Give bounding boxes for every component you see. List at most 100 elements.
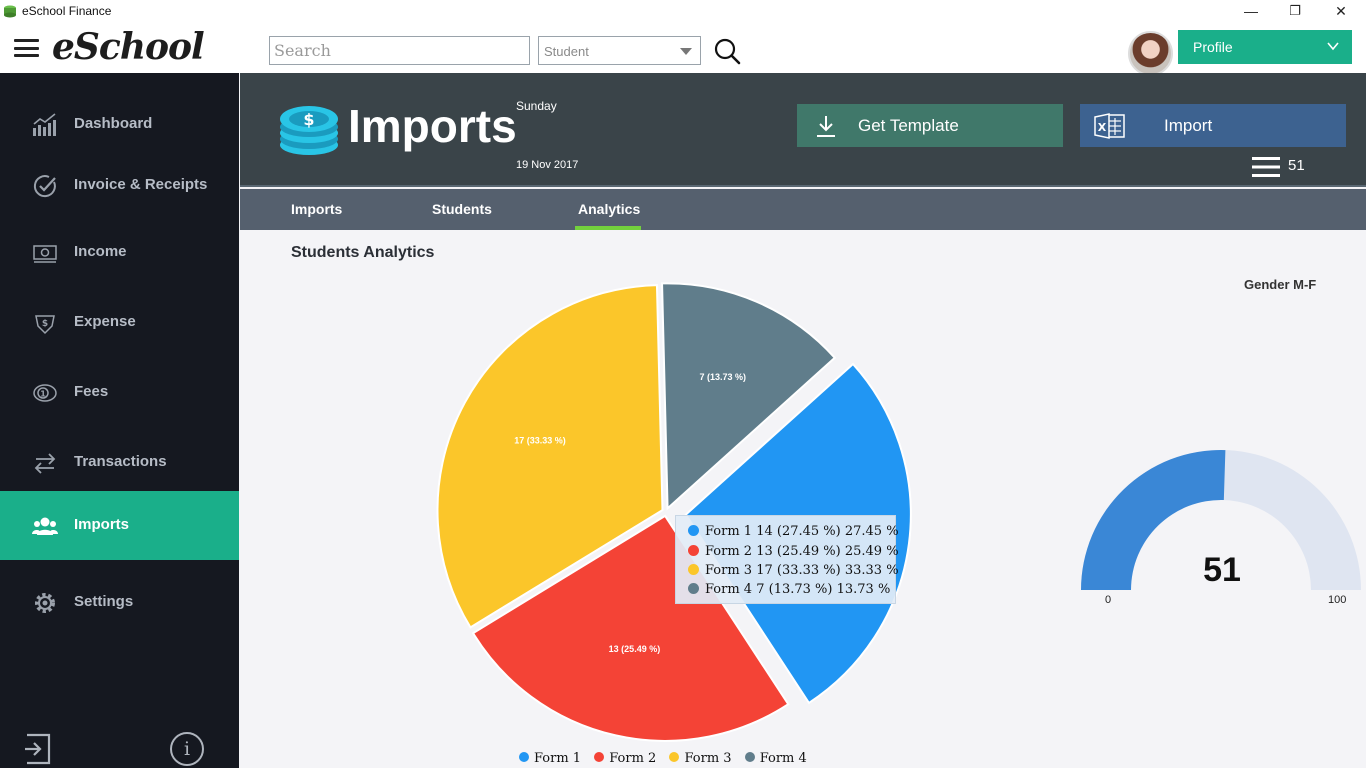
tooltip-row: Form 3 17 (33.33 %) 33.33 % — [688, 563, 899, 578]
coin-icon: 1 — [33, 384, 57, 402]
legend-label: Form 1 — [534, 751, 582, 766]
profile-dropdown-button[interactable]: Profile — [1178, 30, 1352, 64]
app-icon — [4, 5, 16, 18]
import-button[interactable]: X Import — [1080, 104, 1346, 147]
sidebar-item-dashboard[interactable]: Dashboard — [0, 90, 239, 159]
svg-text:1: 1 — [40, 390, 46, 399]
gauge-title: Gender M-F — [1244, 277, 1317, 292]
sidebar-item-fees[interactable]: 1 Fees — [0, 358, 239, 427]
tooltip-text: Form 1 14 (27.45 %) 27.45 % — [705, 524, 899, 539]
tooltip-text: Form 4 7 (13.73 %) 13.73 % — [705, 582, 891, 597]
tab-bar: Imports Students Analytics — [240, 189, 1366, 230]
tab-imports[interactable]: Imports — [291, 189, 343, 230]
gauge-value: 51 — [1203, 551, 1241, 589]
app-logo: eSchool — [52, 26, 205, 68]
sidebar-item-label: Dashboard — [74, 115, 153, 132]
sidebar-item-expense[interactable]: $ Expense — [0, 288, 239, 357]
list-icon[interactable] — [1252, 157, 1280, 177]
tooltip-row: Form 4 7 (13.73 %) 13.73 % — [688, 582, 890, 597]
coin-stack-icon: $ — [280, 106, 338, 155]
sidebar-item-invoice-receipts[interactable]: Invoice & Receipts — [0, 151, 239, 220]
legend-item[interactable]: Form 3 — [669, 751, 732, 766]
current-date: 19 Nov 2017 — [516, 159, 579, 171]
svg-text:$: $ — [42, 319, 48, 329]
logout-icon[interactable] — [24, 733, 52, 765]
pie-slice-label: 17 (33.33 %) — [514, 435, 566, 445]
top-header: eSchool Student Profile — [0, 22, 1366, 76]
chevron-down-icon — [1327, 42, 1339, 51]
tooltip-row: Form 1 14 (27.45 %) 27.45 % — [688, 524, 899, 539]
chart-icon — [33, 113, 56, 136]
tab-students[interactable]: Students — [432, 189, 492, 230]
sidebar-item-settings[interactable]: Settings — [0, 568, 239, 637]
expense-icon: $ — [35, 315, 55, 335]
chart-legend: Form 1 Form 2 Form 3 Form 4 — [519, 751, 816, 766]
excel-icon: X — [1094, 113, 1125, 139]
tooltip-text: Form 2 13 (25.49 %) 25.49 % — [705, 544, 899, 559]
check-circle-icon — [33, 175, 56, 198]
search-icon[interactable] — [713, 37, 741, 65]
gauge-min-label: 0 — [1105, 594, 1112, 606]
tooltip-row: Form 2 13 (25.49 %) 25.49 % — [688, 544, 899, 559]
svg-text:$: $ — [303, 110, 314, 129]
chart-tooltip: Form 1 14 (27.45 %) 27.45 % Form 2 13 (2… — [675, 515, 899, 604]
tab-label: Imports — [291, 201, 343, 217]
get-template-label: Get Template — [858, 116, 959, 135]
sidebar-item-transactions[interactable]: Transactions — [0, 428, 239, 497]
record-count: 51 — [1288, 157, 1305, 174]
legend-dot-icon — [688, 583, 699, 594]
svg-text:X: X — [1098, 121, 1107, 134]
legend-dot-icon — [688, 545, 699, 556]
sidebar-item-label: Fees — [74, 383, 109, 400]
money-icon — [33, 245, 57, 263]
legend-label: Form 4 — [759, 751, 807, 766]
sidebar-item-label: Income — [74, 243, 127, 260]
import-label: Import — [1164, 116, 1213, 135]
page-title: Imports — [348, 100, 517, 152]
download-icon — [817, 116, 835, 137]
sidebar-item-income[interactable]: Income — [0, 218, 239, 287]
minimize-button[interactable]: — — [1228, 0, 1274, 22]
legend-dot-icon — [519, 752, 529, 762]
dropdown-caret-icon — [680, 48, 692, 55]
current-day: Sunday — [516, 99, 557, 113]
legend-label: Form 2 — [609, 751, 657, 766]
get-template-button[interactable]: Get Template — [797, 104, 1063, 147]
user-avatar[interactable] — [1128, 31, 1173, 76]
sidebar-item-label: Transactions — [74, 453, 167, 470]
sidebar-item-label: Expense — [74, 313, 136, 330]
sidebar-item-label: Imports — [74, 516, 130, 533]
window-title: eSchool Finance — [22, 4, 112, 18]
users-icon — [32, 517, 58, 535]
legend-dot-icon — [594, 752, 605, 762]
tab-label: Analytics — [578, 201, 641, 217]
window-title-bar: eSchool Finance — ❐ ✕ — [0, 0, 1366, 22]
legend-item[interactable]: Form 2 — [594, 751, 656, 766]
page-banner: $ Imports Sunday 19 Nov 2017 Get Templat… — [240, 73, 1366, 187]
sidebar: Dashboard Invoice & Receipts Income $ Ex… — [0, 73, 239, 768]
search-input[interactable] — [269, 36, 530, 65]
gauge-max-label: 100 — [1328, 594, 1347, 606]
pie-slice-label: 13 (25.49 %) — [609, 644, 661, 654]
legend-item[interactable]: Form 1 — [519, 751, 581, 766]
info-icon[interactable]: i — [170, 732, 204, 766]
legend-item[interactable]: Form 4 — [744, 751, 807, 766]
pie-chart: 13 (25.49 %) 17 (33.33 %) 7 (13.73 %) — [436, 282, 912, 742]
legend-label: Form 3 — [684, 751, 732, 766]
tab-label: Students — [432, 201, 492, 217]
hamburger-menu-icon[interactable] — [14, 39, 39, 57]
maximize-button[interactable]: ❐ — [1272, 0, 1318, 22]
profile-label: Profile — [1193, 39, 1233, 55]
sidebar-item-label: Invoice & Receipts — [74, 176, 208, 193]
legend-dot-icon — [669, 752, 680, 762]
role-select[interactable]: Student — [538, 36, 701, 65]
tooltip-text: Form 3 17 (33.33 %) 33.33 % — [705, 563, 899, 578]
transfer-icon — [34, 453, 56, 474]
legend-dot-icon — [688, 564, 699, 575]
pie-slice-label: 7 (13.73 %) — [699, 372, 746, 382]
tab-analytics[interactable]: Analytics — [575, 189, 641, 230]
gear-icon — [35, 593, 55, 613]
close-button[interactable]: ✕ — [1318, 0, 1364, 22]
sidebar-item-imports[interactable]: Imports — [0, 491, 239, 560]
role-select-value: Student — [544, 44, 589, 59]
